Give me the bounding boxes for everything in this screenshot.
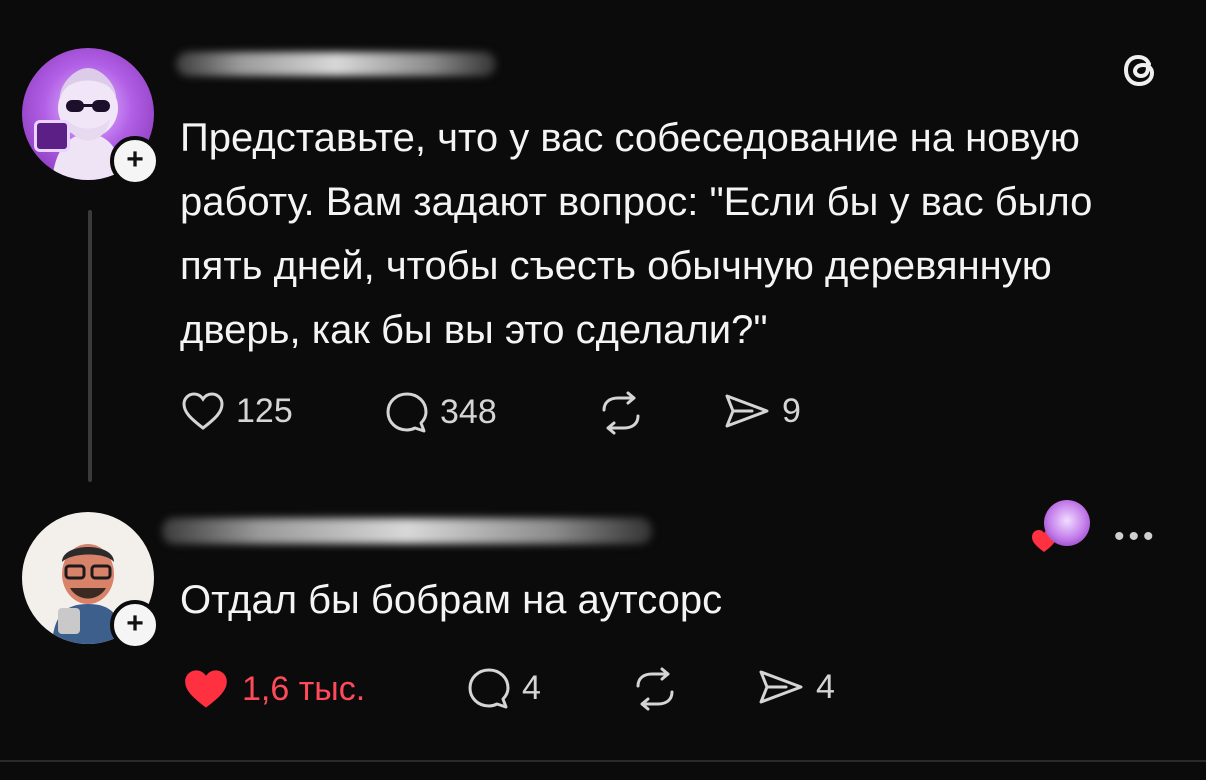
post-text: Представьте, что у вас собеседование на … [180,116,1093,352]
reply-follow-button[interactable]: + [110,600,160,650]
more-options-icon[interactable]: ••• [1114,520,1158,554]
comment-count: 348 [440,392,497,431]
author-liked-avatar [1044,500,1090,546]
reply-comment-action[interactable]: 4 [466,666,541,710]
send-icon [759,670,803,704]
like-count: 125 [236,391,293,430]
thread-connector [88,210,92,482]
threads-logo-icon[interactable] [1116,46,1164,94]
share-count: 9 [782,391,801,430]
author-name-redacted [176,52,496,76]
repost-icon [636,667,674,711]
share-action[interactable]: 9 [722,390,801,432]
repost-action[interactable] [596,390,646,436]
repost-icon [602,391,640,435]
like-action[interactable]: 125 [180,390,293,432]
comment-action[interactable]: 348 [384,390,497,434]
heart-filled-icon [185,670,227,708]
reply-like-count: 1,6 тыс. [242,669,366,708]
reply-text: Отдал бы бобрам на аутсорс [180,578,723,622]
comment-bubble-icon [468,668,510,709]
send-icon [725,394,769,428]
reply-like-action[interactable]: 1,6 тыс. [180,666,365,712]
badge-icon [34,120,70,152]
comment-bubble-icon [386,392,428,433]
reply-repost-action[interactable] [630,666,680,712]
reply-author-redacted [162,518,652,544]
reply-share-count: 4 [816,667,835,706]
follow-button[interactable]: + [110,136,160,186]
heart-outline-icon [182,392,224,430]
reply-comment-count: 4 [522,668,541,707]
reply-share-action[interactable]: 4 [756,666,835,708]
divider [0,760,1206,762]
